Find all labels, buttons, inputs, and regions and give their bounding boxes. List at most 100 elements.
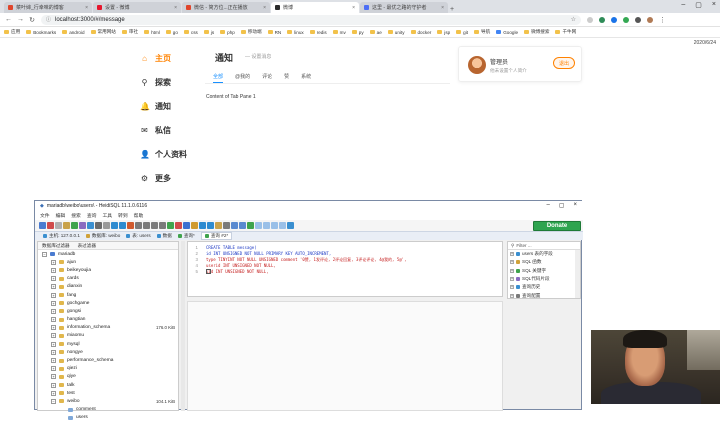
find-icon[interactable] [231, 222, 238, 229]
tab-data[interactable]: 数据 [156, 233, 172, 239]
expand-toggle-icon[interactable]: + [51, 276, 56, 282]
comment-icon[interactable] [247, 222, 254, 229]
nav-item-more[interactable]: ⚙ 更多 [140, 166, 210, 190]
play-all-icon[interactable] [207, 222, 214, 229]
close-tab-icon[interactable]: × [441, 5, 444, 11]
close-tab-icon[interactable]: × [263, 5, 266, 11]
tree-item[interactable]: +comment [38, 406, 178, 414]
tab-query-2[interactable]: 查询 #2* [200, 232, 233, 240]
grid-icon[interactable] [271, 222, 278, 229]
expand-toggle-icon[interactable]: + [51, 341, 56, 347]
bookmark-item[interactable]: 审社 [121, 29, 138, 35]
bookmark-item[interactable]: 导航 [474, 29, 490, 35]
bookmark-item[interactable]: git [456, 30, 468, 35]
helpers-filter-input[interactable]: ⚲ Filter ... [508, 242, 580, 250]
tree-item[interactable]: + test [38, 389, 178, 397]
tree-item[interactable]: − mariadb [38, 250, 178, 258]
expand-toggle-icon[interactable]: − [51, 398, 56, 404]
database-filter-input[interactable]: 数据库过滤器 [42, 243, 70, 249]
expand-toggle-icon[interactable]: + [51, 284, 56, 290]
bookmark-item[interactable]: js [203, 30, 214, 35]
save-icon[interactable] [183, 222, 190, 229]
menu-search[interactable]: 搜索 [71, 212, 81, 219]
bookmark-item[interactable]: 移动端 [240, 29, 262, 35]
expand-toggle-icon[interactable]: + [51, 317, 56, 323]
expand-toggle-icon[interactable]: + [51, 349, 56, 355]
tree-item[interactable]: + qiye [38, 373, 178, 381]
new-tab-icon[interactable]: + [449, 6, 455, 13]
extension-icon[interactable] [623, 16, 629, 23]
last-icon[interactable] [159, 222, 166, 229]
bookmark-item[interactable]: jsp [437, 30, 450, 35]
disconnect-icon[interactable] [47, 222, 54, 229]
expand-toggle-icon[interactable]: + [51, 333, 56, 339]
bookmark-star-icon[interactable]: ☆ [571, 16, 576, 23]
tree-item[interactable]: + hangtian [38, 316, 178, 324]
expand-toggle-icon[interactable]: + [51, 308, 56, 314]
extension-icon[interactable] [599, 16, 605, 23]
logout-button[interactable]: 退出 [553, 57, 575, 69]
nav-item-notifications[interactable]: 🔔 通知 [140, 94, 210, 118]
nav-item-profile[interactable]: 👤 个人资料 [140, 142, 210, 166]
bookmark-item[interactable]: 应用 [4, 29, 20, 35]
close-window-icon[interactable]: × [573, 202, 577, 209]
tree-item[interactable]: + performance_schema [38, 356, 178, 364]
close-tab-icon[interactable]: × [85, 5, 88, 11]
menu-goto[interactable]: 转到 [118, 212, 128, 219]
menu-edit[interactable]: 编辑 [56, 212, 66, 219]
bookmark-item[interactable]: RN [267, 30, 281, 35]
copy-icon[interactable] [55, 222, 62, 229]
scrollbar[interactable] [575, 250, 580, 298]
tree-item[interactable]: + miaomu [38, 332, 178, 340]
bookmark-item[interactable]: go [165, 30, 178, 35]
bookmark-item[interactable]: css [183, 30, 198, 35]
tab-host[interactable]: 主机: 127.0.0.1 [43, 233, 80, 239]
expand-toggle-icon[interactable]: + [510, 277, 514, 282]
tree-item[interactable]: + mysql [38, 340, 178, 348]
tab-all[interactable]: 全部 [213, 73, 224, 83]
bookmark-item[interactable]: Google [496, 30, 518, 35]
menu-help[interactable]: 帮助 [134, 212, 144, 219]
forward-icon[interactable]: → [17, 16, 24, 23]
explain-icon[interactable] [215, 222, 222, 229]
play-icon[interactable] [199, 222, 206, 229]
tab-likes[interactable]: 赞 [284, 73, 289, 83]
extension-icon[interactable] [587, 16, 593, 23]
stop-icon[interactable] [127, 222, 134, 229]
browser-tab-5[interactable]: 这里 - 最优之路的守护者 × [360, 2, 448, 13]
help-icon[interactable] [287, 222, 294, 229]
nav-item-messages[interactable]: ✉ 私信 [140, 118, 210, 142]
expand-toggle-icon[interactable]: + [510, 260, 514, 265]
prev-icon[interactable] [143, 222, 150, 229]
minimize-icon[interactable]: – [546, 202, 549, 209]
helper-item[interactable]: + users 表的字段 [508, 250, 580, 258]
browser-tab-3[interactable]: 微信 - 简方位...正在播放 × [182, 2, 270, 13]
back-icon[interactable]: ← [5, 16, 12, 23]
table-filter-input[interactable]: 表过滤器 [78, 243, 96, 249]
minimize-icon[interactable]: – [681, 1, 685, 9]
first-icon[interactable] [135, 222, 142, 229]
tab-comments[interactable]: 评论 [262, 73, 272, 83]
avatar[interactable] [468, 56, 486, 74]
refresh-icon[interactable] [71, 222, 78, 229]
cancel-icon[interactable] [191, 222, 198, 229]
nav-item-home[interactable]: ⌂ 主页 [140, 46, 210, 70]
tree-item[interactable]: + gochgame [38, 299, 178, 307]
bookmark-item[interactable]: html [144, 30, 160, 35]
close-tab-icon[interactable]: × [352, 5, 355, 11]
print-icon[interactable] [103, 222, 110, 229]
tree-item[interactable]: + nongye [38, 348, 178, 356]
tree-item[interactable]: − weibo 104.1 KiB [38, 397, 178, 405]
expand-toggle-icon[interactable]: + [51, 358, 56, 364]
expand-toggle-icon[interactable]: + [51, 382, 56, 388]
extension-icon[interactable] [611, 16, 617, 23]
tab-mentions[interactable]: @我的 [235, 73, 250, 83]
grid-icon[interactable] [255, 222, 262, 229]
bookmark-item[interactable]: 常用网站 [90, 29, 116, 35]
tab-system[interactable]: 系统 [301, 73, 311, 83]
tree-item[interactable]: + beikeyoujia [38, 266, 178, 274]
connect-icon[interactable] [39, 222, 46, 229]
bookmark-item[interactable]: Bookmarks [26, 30, 56, 35]
expand-toggle-icon[interactable]: + [510, 268, 514, 273]
tree-item[interactable]: + talk [38, 381, 178, 389]
